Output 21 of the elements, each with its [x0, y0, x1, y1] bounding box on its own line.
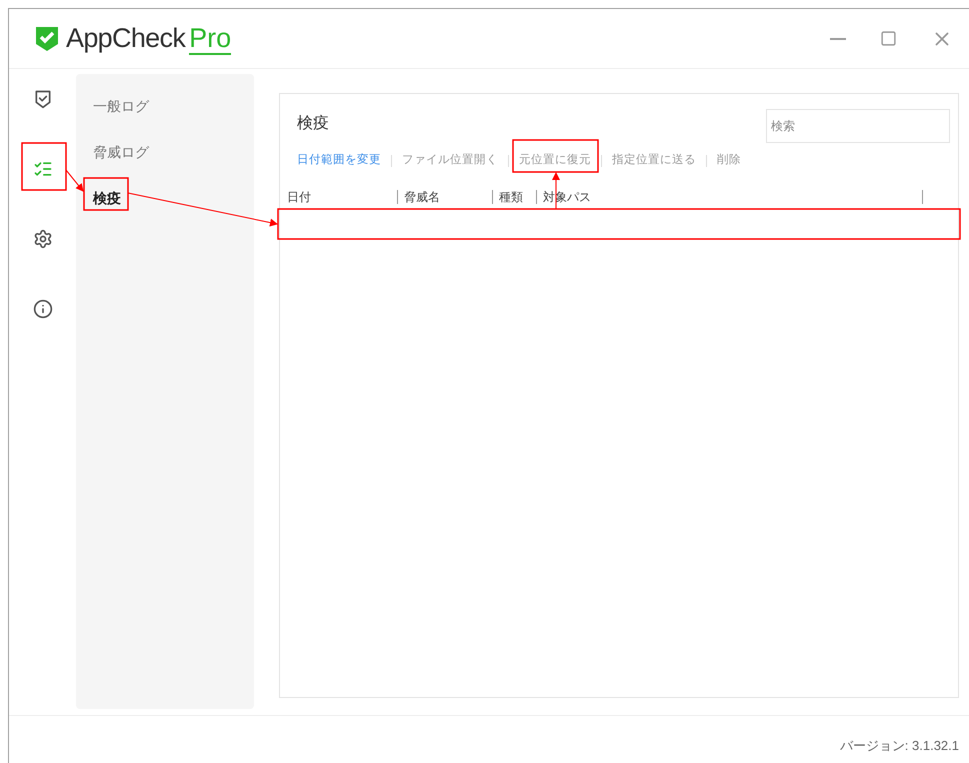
column-header: 日付 [287, 189, 311, 206]
shield-check-icon [32, 89, 52, 109]
minimize-icon [830, 38, 846, 40]
highlight-frame [21, 142, 67, 191]
annotation-arrow [66, 170, 84, 192]
nav-item[interactable]: 脅威ログ [93, 142, 149, 163]
app-name: AppCheck [66, 22, 186, 56]
edition-label: Pro [189, 22, 232, 54]
highlight-frame [83, 177, 129, 211]
settings-icon [32, 229, 52, 249]
panel-title: 検疫 [297, 114, 330, 134]
nav-item[interactable]: 検疫 [93, 188, 121, 209]
version-label: バージョン: 3.1.32.1 [840, 736, 959, 755]
maximize-icon [880, 30, 897, 47]
info-icon [32, 299, 52, 319]
toolbar-link[interactable]: 日付範囲を変更 [297, 152, 381, 170]
column-header: 種類 [499, 189, 523, 206]
logo-icon [35, 26, 59, 52]
column-header: 脅威名 [404, 189, 440, 206]
nav-item[interactable]: 一般ログ [93, 96, 149, 117]
search-field[interactable]: 検索 [766, 109, 950, 143]
